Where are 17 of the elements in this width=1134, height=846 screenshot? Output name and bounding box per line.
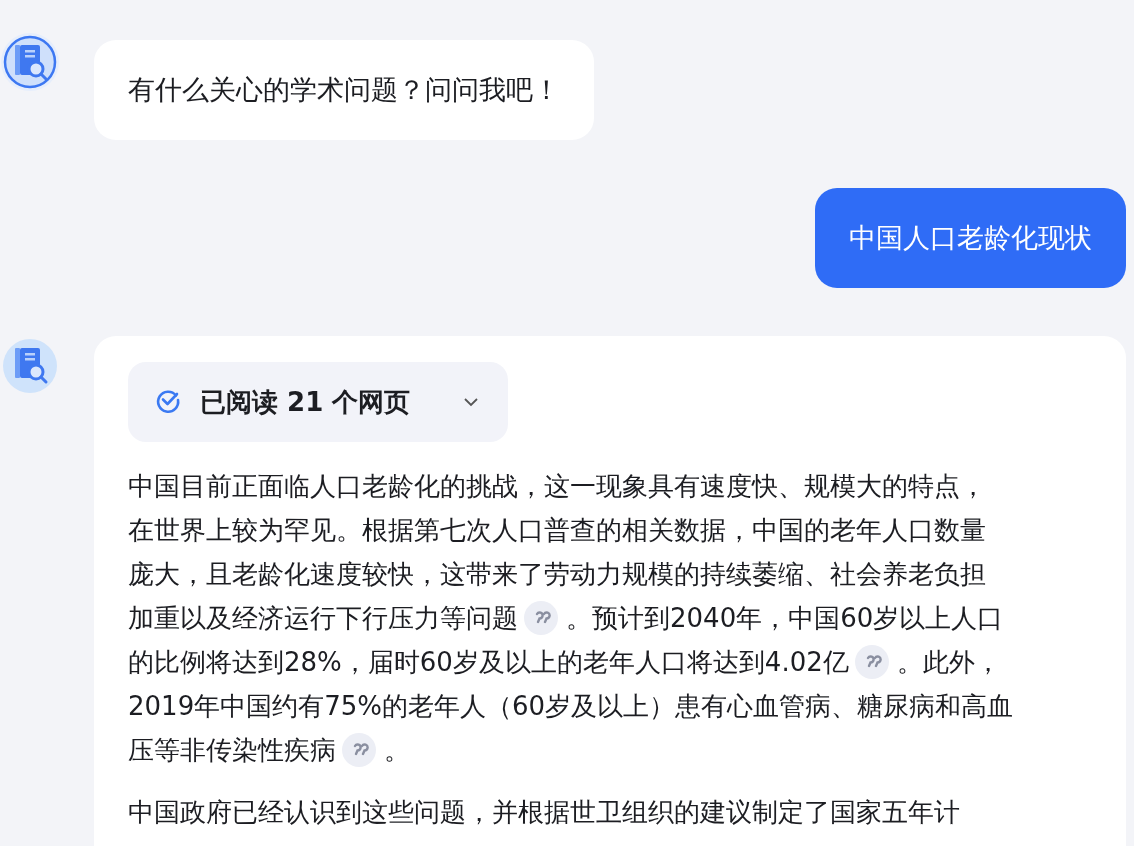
answer-text: 。 — [384, 734, 410, 767]
answer-text: 。此外， — [896, 646, 1001, 679]
answer-text: 在世界上较为罕见。根据第七次人口普查的相关数据，中国的老年人口数量 — [128, 514, 986, 547]
answer-text: 庞大，且老龄化速度较快，这带来了劳动力规模的持续萎缩、社会养老负担 — [128, 558, 986, 591]
answer-text: 2019年中国约有75%的老年人（60岁及以上）患有心血管病、糖尿病和高血 — [128, 690, 1014, 723]
citation-quote-icon[interactable] — [342, 733, 376, 767]
answer-text: 中国政府已经认识到这些问题，并根据世卫组织的建议制定了国家五年计 — [128, 796, 960, 829]
answer-text: 。预计到2040年，中国60岁以上人口 — [566, 602, 1004, 635]
sources-toggle[interactable]: 已阅读 21 个网页 — [128, 362, 508, 442]
answer-text: 中国目前正面临人口老龄化的挑战，这一现象具有速度快、规模大的特点， — [128, 470, 986, 503]
citation-quote-icon[interactable] — [524, 601, 558, 635]
answer-text: 加重以及经济运行下行压力等问题 — [128, 602, 518, 635]
user-message: 中国人口老龄化现状 — [815, 188, 1126, 288]
answer-text: 的比例将达到28%，届时60岁及以上的老年人口将达到4.02亿 — [128, 646, 849, 679]
citation-quote-icon[interactable] — [854, 645, 889, 679]
assistant-message: 有什么关心的学术问题？问问我吧！ — [94, 40, 594, 140]
answer-text: 压等非传染性疾病 — [128, 734, 336, 767]
